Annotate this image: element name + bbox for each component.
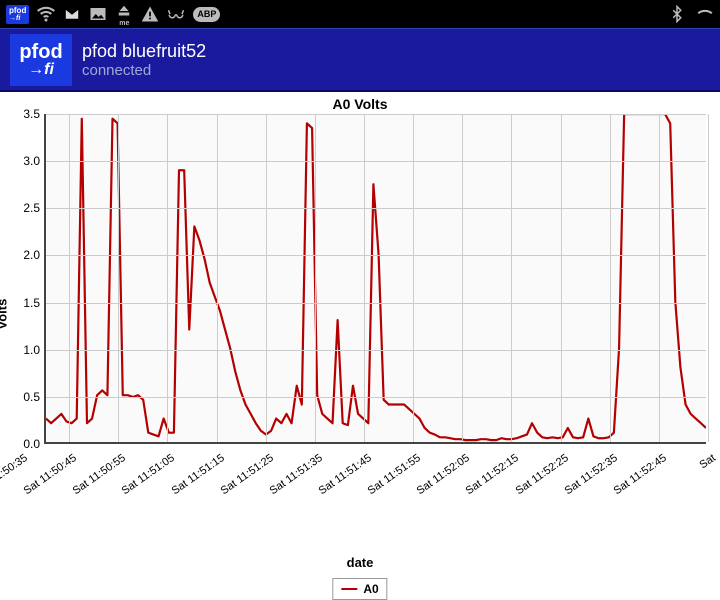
connection-status: connected (82, 62, 206, 79)
gridline-horizontal (46, 255, 706, 256)
gridline-horizontal (46, 114, 706, 115)
chart-title: A0 Volts (0, 96, 720, 112)
y-tick-label: 0.5 (4, 390, 40, 404)
bluetooth-icon (668, 5, 686, 23)
app-title-bar: pfod →fi pfod bluefruit52 connected (0, 28, 720, 92)
x-axis-label: date (0, 555, 720, 570)
gridline-vertical (610, 114, 611, 442)
android-status-bar: pfod→fi me ABP (0, 0, 720, 28)
pfod-logo: pfod →fi (10, 34, 72, 86)
gridline-vertical (167, 114, 168, 442)
gridline-vertical (708, 114, 709, 442)
chart-area[interactable]: A0 Volts Volts 0.00.51.01.52.02.53.03.5 … (0, 92, 720, 600)
gmail-icon (63, 5, 81, 23)
warning-icon (141, 5, 159, 23)
gridline-horizontal (46, 303, 706, 304)
gridline-horizontal (46, 161, 706, 162)
gridline-horizontal (46, 208, 706, 209)
gridline-vertical (217, 114, 218, 442)
glasses-icon (167, 5, 185, 23)
gridline-vertical (266, 114, 267, 442)
gridline-vertical (364, 114, 365, 442)
gridline-horizontal (46, 350, 706, 351)
plot-region[interactable] (44, 114, 706, 444)
y-tick-label: 3.0 (4, 154, 40, 168)
gridline-vertical (561, 114, 562, 442)
gridline-vertical (118, 114, 119, 442)
app-title: pfod bluefruit52 (82, 41, 206, 62)
y-tick-label: 2.0 (4, 248, 40, 262)
pfod-app-icon: pfod→fi (6, 5, 29, 24)
signal-icon (696, 5, 714, 23)
legend: A0 (332, 578, 387, 600)
y-tick-label: 1.0 (4, 343, 40, 357)
gridline-vertical (511, 114, 512, 442)
gridline-vertical (69, 114, 70, 442)
y-tick-label: 0.0 (4, 437, 40, 451)
gridline-vertical (315, 114, 316, 442)
y-tick-label: 3.5 (4, 107, 40, 121)
y-tick-label: 1.5 (4, 296, 40, 310)
wifi-icon (37, 5, 55, 23)
gridline-vertical (462, 114, 463, 442)
y-tick-label: 2.5 (4, 201, 40, 215)
gridline-vertical (659, 114, 660, 442)
app-label: pfod bluefruit52 connected (82, 41, 206, 79)
line-series-a0 (46, 114, 706, 442)
gridline-horizontal (46, 397, 706, 398)
gridline-vertical (413, 114, 414, 442)
legend-swatch-a0 (341, 588, 357, 590)
picture-icon (89, 5, 107, 23)
abp-icon: ABP (193, 7, 220, 22)
upload-me-icon: me (115, 2, 133, 27)
legend-label-a0: A0 (363, 582, 378, 596)
